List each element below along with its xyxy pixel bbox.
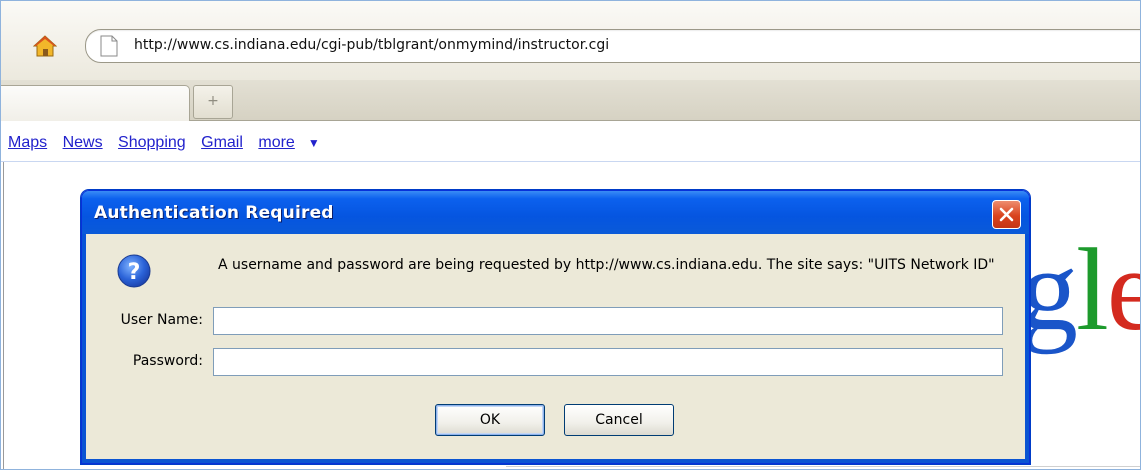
close-button[interactable] [992,200,1021,229]
auth-dialog: Authentication Required ? A username and… [81,190,1030,464]
svg-text:?: ? [128,260,141,285]
gbar-link-more[interactable]: more [258,134,294,151]
gbar-link-gmail[interactable]: Gmail [201,134,243,151]
url-text: http://www.cs.indiana.edu/cgi-pub/tblgra… [134,37,610,53]
close-icon [999,207,1014,222]
gbar-divider [1,161,1140,162]
username-label: User Name: [120,312,203,328]
browser-window: http://www.cs.indiana.edu/cgi-pub/tblgra… [0,0,1141,470]
dialog-message: A username and password are being reques… [218,257,995,273]
ok-button[interactable]: OK [435,404,545,436]
gbar-link-shopping[interactable]: Shopping [118,134,186,151]
home-button[interactable] [32,34,58,58]
password-label: Password: [132,353,203,369]
dialog-body: ? A username and password are being requ… [86,234,1025,459]
tab-strip [1,80,1140,121]
dialog-titlebar[interactable]: Authentication Required [82,191,1029,234]
logo-letter-e: e [1107,224,1140,355]
chevron-down-icon[interactable]: ▼ [308,136,320,150]
logo-letter-l: l [1076,224,1109,355]
google-bar: Maps News Shopping Gmail more ▼ [8,134,320,152]
gbar-link-news[interactable]: News [63,134,103,151]
password-field[interactable] [213,348,1003,376]
navigation-toolbar: http://www.cs.indiana.edu/cgi-pub/tblgra… [1,1,1140,81]
cancel-button[interactable]: Cancel [564,404,674,436]
plus-icon: + [207,93,219,109]
new-tab-button[interactable]: + [193,85,233,119]
question-icon: ? [117,254,151,288]
home-icon [32,35,58,57]
gbar-link-maps[interactable]: Maps [8,134,47,151]
content-bottom-line [506,466,1140,467]
more-label: more [258,134,295,151]
dialog-title: Authentication Required [94,203,334,223]
browser-tab[interactable] [1,85,190,121]
google-logo: gle [1019,231,1140,349]
url-bar[interactable]: http://www.cs.indiana.edu/cgi-pub/tblgra… [85,29,1140,63]
page-icon [100,35,118,57]
content-left-border [3,162,4,469]
username-field[interactable] [213,307,1003,335]
